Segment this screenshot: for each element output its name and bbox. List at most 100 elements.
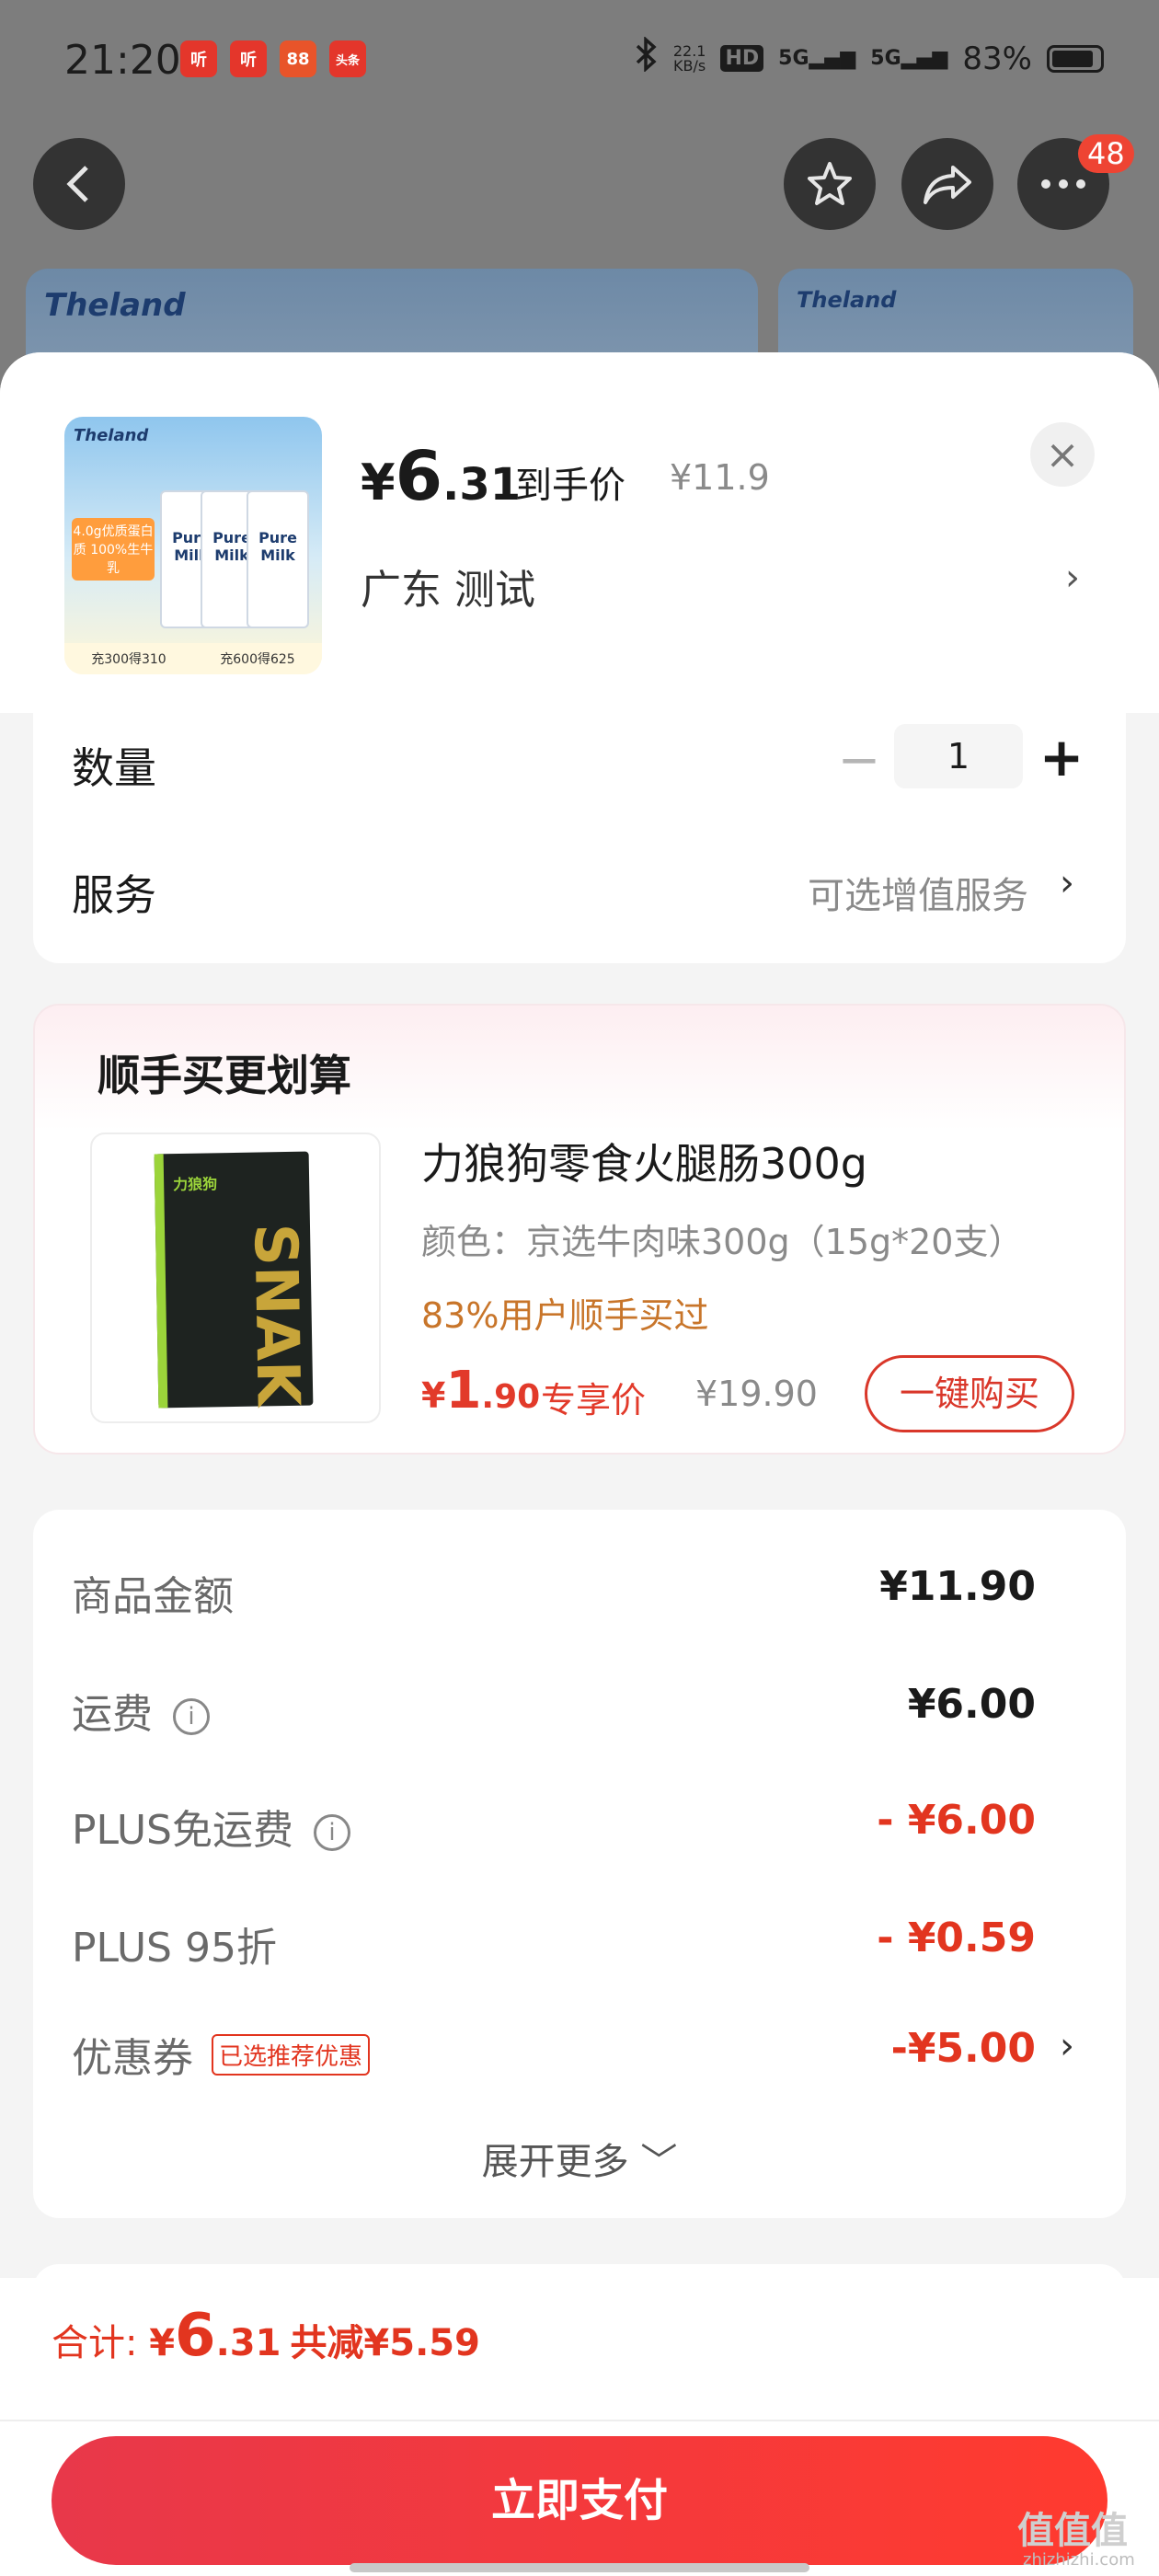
status-bar: 21:20 听 听 88 头条 22.1 KB/s HD 5G▂▄▆ 5G▂▄▆… [0, 0, 1159, 129]
addon-section-title: 顺手买更划算 [98, 1051, 351, 1100]
info-icon[interactable]: i [314, 1814, 350, 1851]
price-decimal: .31 [442, 459, 522, 511]
thumb-promo-1: 充300得310 [91, 652, 166, 667]
one-click-buy-button[interactable]: 一键购买 [865, 1355, 1074, 1432]
quantity-label: 数量 [72, 743, 156, 793]
addon-price-symbol: ¥ [421, 1375, 446, 1416]
addon-spec[interactable]: 颜色：京选牛肉味300g（15g*20支） [421, 1213, 1023, 1264]
total-symbol: ¥ [149, 2322, 176, 2364]
battery-icon [1047, 44, 1104, 73]
network-speed: 22.1 KB/s [673, 43, 706, 75]
coupon-label: 优惠券 [72, 2035, 193, 2082]
close-icon: × [1045, 431, 1080, 478]
purchase-sheet: Theland Pure Milk Pure Milk Pure Milk 4.… [0, 352, 1159, 2576]
summary-value: -¥5.00 [890, 2025, 1036, 2072]
summary-label: 运费 i [72, 1681, 210, 1740]
chevron-right-icon[interactable]: › [1060, 862, 1074, 904]
summary-label: PLUS免运费 i [72, 1797, 350, 1856]
thumb-tag: 4.0g优质蛋白质 100%生牛乳 [72, 518, 155, 581]
status-time: 21:20 [64, 37, 181, 84]
shipping-label: 运费 [72, 1691, 153, 1738]
price-symbol: ¥ [361, 454, 396, 512]
addon-card: 顺手买更划算 力狼狗 SNAK 力狼狗零食火腿肠300g 颜色：京选牛肉味300… [33, 1004, 1126, 1455]
signal-2-label: 5G [870, 47, 901, 70]
back-button[interactable] [33, 138, 125, 230]
notification-badge: 48 [1078, 134, 1134, 173]
summary-value: - ¥0.59 [877, 1915, 1036, 1961]
watermark-url: zhizhizhi.com [1023, 2550, 1135, 2570]
total-decimal: .31 [215, 2322, 281, 2364]
package-text: 力狼狗 [173, 1175, 218, 1194]
summary-label: 商品金额 [72, 1573, 234, 1620]
addon-package: 力狼狗 SNAK [154, 1151, 314, 1409]
final-price: ¥6.31 [361, 437, 521, 516]
delivery-address[interactable]: 广东 测试 [361, 557, 535, 615]
close-button[interactable]: × [1030, 422, 1095, 487]
chevron-left-icon [66, 166, 88, 202]
more-dots-icon [1041, 179, 1085, 189]
battery-percent: 83% [962, 40, 1032, 77]
addon-price-label: 专享价 [541, 1380, 647, 1420]
price-integer: 6 [395, 437, 443, 516]
info-icon[interactable]: i [173, 1698, 210, 1735]
addon-price: ¥1.90 [421, 1361, 540, 1420]
package-stripe [154, 1154, 168, 1409]
package-word: SNAK [240, 1223, 312, 1408]
summary-value: ¥6.00 [907, 1681, 1036, 1728]
app-88-icon: 88 [280, 40, 316, 77]
chevron-right-icon[interactable]: › [1065, 557, 1080, 599]
addon-product-image[interactable]: 力狼狗 SNAK [90, 1133, 381, 1423]
summary-row-plus-free-shipping: PLUS免运费 i - ¥6.00 [72, 1797, 1074, 1861]
summary-row-shipping: 运费 i ¥6.00 [72, 1681, 1074, 1745]
summary-label: PLUS 95折 [72, 1925, 277, 1972]
thumb-promo-2: 充600得625 [220, 652, 295, 667]
divider [0, 2420, 1159, 2421]
thumb-logo: Theland [74, 426, 149, 445]
banner-logo: Theland [44, 287, 186, 324]
addon-price-decimal: .90 [481, 1378, 541, 1416]
chevron-right-icon[interactable]: › [1060, 2025, 1074, 2067]
share-button[interactable] [901, 138, 993, 230]
signal-5g-icon-2: 5G▂▄▆ [870, 47, 948, 70]
summary-value: ¥11.90 [879, 1563, 1036, 1610]
price-summary-card: 商品金额 ¥11.90 运费 i ¥6.00 PLUS免运费 i - ¥6.00 P… [33, 1510, 1126, 2218]
quantity-decrease-button[interactable]: − [832, 735, 887, 790]
hd-icon: HD [720, 45, 764, 72]
banner-logo-2: Theland [797, 287, 897, 313]
signal-1-label: 5G [778, 47, 809, 70]
quantity-increase-button[interactable]: + [1034, 730, 1089, 785]
quantity-input[interactable]: 1 [894, 724, 1023, 788]
listen-app-icon: 听 [180, 40, 217, 77]
listen-app-icon-2: 听 [230, 40, 267, 77]
status-indicators: 22.1 KB/s HD 5G▂▄▆ 5G▂▄▆ 83% [635, 36, 1104, 80]
net-speed-unit: KB/s [673, 56, 706, 75]
plus-shipping-label: PLUS免运费 [72, 1807, 293, 1854]
coupon-tag: 已选推荐优惠 [212, 2034, 371, 2076]
sheet-header: Theland Pure Milk Pure Milk Pure Milk 4.… [0, 352, 1159, 713]
addon-social-proof: 83%用户顺手买过 [421, 1295, 709, 1336]
pay-now-button[interactable]: 立即支付 [52, 2436, 1107, 2565]
service-value[interactable]: 可选增值服务 [808, 866, 1028, 919]
signal-5g-icon: 5G▂▄▆ [778, 47, 856, 70]
quantity-service-card: 数量 − 1 + 服务 可选增值服务 › [33, 713, 1126, 963]
summary-value: - ¥6.00 [877, 1797, 1036, 1844]
checkout-footer: 合计: ¥6.31 共减¥5.59 立即支付 [0, 2278, 1159, 2576]
bluetooth-icon [635, 36, 659, 80]
summary-label: 优惠券 已选推荐优惠 [72, 2025, 371, 2084]
summary-row-coupon[interactable]: 优惠券 已选推荐优惠 -¥5.00 › [72, 2025, 1074, 2089]
product-thumbnail: Theland Pure Milk Pure Milk Pure Milk 4.… [64, 417, 322, 674]
thumb-promo-strip: 充300得310 充600得625 [64, 643, 322, 674]
star-icon [808, 162, 852, 205]
service-label: 服务 [72, 870, 156, 920]
addon-product-name[interactable]: 力狼狗零食火腿肠300g [421, 1131, 867, 1191]
summary-row-plus-discount: PLUS 95折 - ¥0.59 [72, 1915, 1074, 1979]
expand-more-button[interactable]: 展开更多 ﹀ [33, 2132, 1126, 2185]
favorite-button[interactable] [784, 138, 876, 230]
home-indicator[interactable] [350, 2563, 809, 2572]
original-price: ¥11.9 [670, 457, 770, 498]
addon-price-integer: 1 [445, 1361, 482, 1420]
toutiao-icon: 头条 [329, 40, 366, 77]
summary-row-subtotal: 商品金额 ¥11.90 [72, 1563, 1074, 1627]
total-integer: 6 [175, 2302, 216, 2370]
total-discount: 共减¥5.59 [290, 2322, 480, 2364]
